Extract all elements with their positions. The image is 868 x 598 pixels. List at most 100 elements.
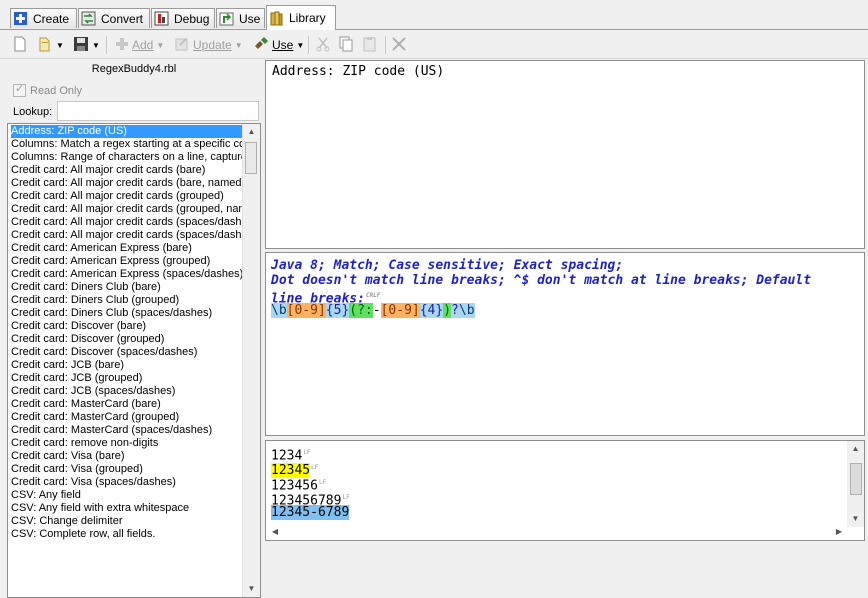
tab-label: Debug <box>174 11 210 26</box>
debug-icon <box>154 11 169 26</box>
crlf-marker: CRLF <box>365 292 381 299</box>
list-item[interactable]: Credit card: Diners Club (spaces/dashes) <box>11 307 243 320</box>
toolbar-separator <box>106 36 107 54</box>
tab-label: Create <box>33 11 70 26</box>
tab-convert[interactable]: Convert <box>78 8 150 28</box>
tab-debug[interactable]: Debug <box>151 8 215 28</box>
list-item[interactable]: Credit card: JCB (grouped) <box>11 372 243 385</box>
scroll-thumb[interactable] <box>245 142 257 174</box>
word-boundary-token: \b <box>458 303 475 318</box>
library-panel: RegexBuddy4.rbl Read Only Lookup: Addres… <box>7 59 261 598</box>
chevron-down-icon[interactable]: ▼ <box>235 41 243 50</box>
list-item[interactable]: Credit card: Discover (grouped) <box>11 333 243 346</box>
char-class-token: [0-9] <box>380 303 420 318</box>
library-toolbar: ▼ ▼ Add ▼ Update ▼ Use ▼ <box>0 30 868 59</box>
optional-token: ? <box>451 303 459 318</box>
update-button[interactable]: Update ▼ <box>174 35 243 55</box>
crlf-marker: LF <box>311 464 319 471</box>
lookup-label: Lookup: <box>13 106 53 118</box>
tab-library[interactable]: Library <box>266 5 336 30</box>
word-boundary-token: \b <box>271 303 287 318</box>
scroll-left-icon[interactable]: ◀ <box>268 525 282 539</box>
library-name: RegexBuddy4.rbl <box>91 63 177 75</box>
list-item[interactable]: CSV: Complete row, all fields. <box>11 528 243 541</box>
cut-button[interactable] <box>315 35 331 55</box>
list-item[interactable]: Credit card: Visa (bare) <box>11 450 243 463</box>
list-item[interactable]: Credit card: JCB (spaces/dashes) <box>11 385 243 398</box>
test-scrollbar[interactable]: ▲ ▼ <box>847 441 864 527</box>
scroll-up-icon[interactable]: ▲ <box>847 441 864 457</box>
list-item[interactable]: Credit card: All major credit cards (bar… <box>11 164 243 177</box>
tab-label: Convert <box>101 11 144 26</box>
scroll-right-icon[interactable]: ▶ <box>832 525 846 539</box>
open-library-button[interactable]: ▼ <box>37 35 64 55</box>
read-only-checkbox[interactable]: Read Only <box>13 82 82 97</box>
test-pane[interactable]: 1234LF 12345LF 123456LF 123456789LF 1234… <box>265 440 865 541</box>
list-item[interactable]: Credit card: MasterCard (bare) <box>11 398 243 411</box>
read-only-label: Read Only <box>30 84 82 97</box>
library-list[interactable]: Address: ZIP code (US) Columns: Match a r… <box>7 123 261 598</box>
list-item[interactable]: Credit card: All major credit cards (spa… <box>11 229 243 242</box>
add-icon <box>114 36 130 55</box>
list-item[interactable]: Credit card: Diners Club (bare) <box>11 281 243 294</box>
chevron-down-icon[interactable]: ▼ <box>156 41 164 50</box>
chevron-down-icon[interactable]: ▼ <box>56 41 64 50</box>
list-item[interactable]: Credit card: All major credit cards (spa… <box>11 216 243 229</box>
scroll-thumb[interactable] <box>850 463 862 495</box>
add-button[interactable]: Add ▼ <box>114 35 164 55</box>
list-item[interactable]: Credit card: Visa (grouped) <box>11 463 243 476</box>
list-item[interactable]: CSV: Any field with extra whitespace <box>11 502 243 515</box>
list-item[interactable]: Credit card: All major credit cards (gro… <box>11 203 243 216</box>
list-item[interactable]: Credit card: All major credit cards (bar… <box>11 177 243 190</box>
tab-create[interactable]: Create <box>10 8 77 28</box>
list-item[interactable]: CSV: Change delimiter <box>11 515 243 528</box>
quantifier-token: {5} <box>325 303 350 318</box>
use-button[interactable]: Use ▼ <box>253 35 304 55</box>
list-item[interactable]: Address: ZIP code (US) <box>11 125 243 138</box>
save-library-button[interactable]: ▼ <box>73 35 100 55</box>
literal-token: - <box>372 303 381 318</box>
create-icon <box>13 11 28 26</box>
regex-description: Address: ZIP code (US) <box>272 64 445 79</box>
crlf-marker: LF <box>342 494 350 501</box>
comment-line: Java 8; Match; Case sensitive; Exact spa… <box>271 258 624 273</box>
copy-button[interactable] <box>338 35 354 55</box>
use-icon <box>253 36 269 55</box>
tab-use[interactable]: Use <box>216 8 265 28</box>
list-item[interactable]: Credit card: Discover (spaces/dashes) <box>11 346 243 359</box>
list-item[interactable]: Credit card: MasterCard (spaces/dashes) <box>11 424 243 437</box>
new-file-icon <box>12 36 28 55</box>
list-item[interactable]: Credit card: MasterCard (grouped) <box>11 411 243 424</box>
description-pane[interactable]: Address: ZIP code (US) <box>265 60 865 249</box>
list-item[interactable]: Credit card: JCB (bare) <box>11 359 243 372</box>
tab-label: Use <box>239 11 261 26</box>
list-item[interactable]: Credit card: Diners Club (grouped) <box>11 294 243 307</box>
paste-button[interactable] <box>362 35 378 55</box>
group-open-token: (?: <box>349 303 373 318</box>
list-item[interactable]: Credit card: remove non-digits <box>11 437 243 450</box>
group-close-token: ) <box>443 303 452 318</box>
scroll-down-icon[interactable]: ▼ <box>847 511 864 527</box>
regex-pane[interactable]: Java 8; Match; Case sensitive; Exact spa… <box>265 252 865 436</box>
chevron-down-icon[interactable]: ▼ <box>296 41 304 50</box>
toolbar-separator <box>385 36 386 54</box>
lookup-input[interactable] <box>57 101 259 121</box>
char-class-token: [0-9] <box>286 303 326 318</box>
list-item[interactable]: Credit card: All major credit cards (gro… <box>11 190 243 203</box>
list-item[interactable]: CSV: Any field <box>11 489 243 502</box>
list-item[interactable]: Columns: Range of characters on a line, … <box>11 151 243 164</box>
scroll-up-icon[interactable]: ▲ <box>243 124 260 140</box>
new-library-button[interactable] <box>12 35 28 55</box>
match-highlight: 12345-6789 <box>271 505 350 520</box>
list-item[interactable]: Credit card: American Express (grouped) <box>11 255 243 268</box>
list-item[interactable]: Credit card: American Express (bare) <box>11 242 243 255</box>
list-item[interactable]: Credit card: Visa (spaces/dashes) <box>11 476 243 489</box>
delete-button[interactable] <box>391 35 407 55</box>
chevron-down-icon[interactable]: ▼ <box>92 41 100 50</box>
scroll-down-icon[interactable]: ▼ <box>243 581 260 597</box>
list-item[interactable]: Credit card: American Express (spaces/da… <box>11 268 243 281</box>
tab-strip: Create Convert Debug Use Library <box>0 0 868 30</box>
list-item[interactable]: Credit card: Discover (bare) <box>11 320 243 333</box>
list-item[interactable]: Columns: Match a regex starting at a spe… <box>11 138 243 151</box>
list-scrollbar[interactable]: ▲ ▼ <box>242 124 260 597</box>
